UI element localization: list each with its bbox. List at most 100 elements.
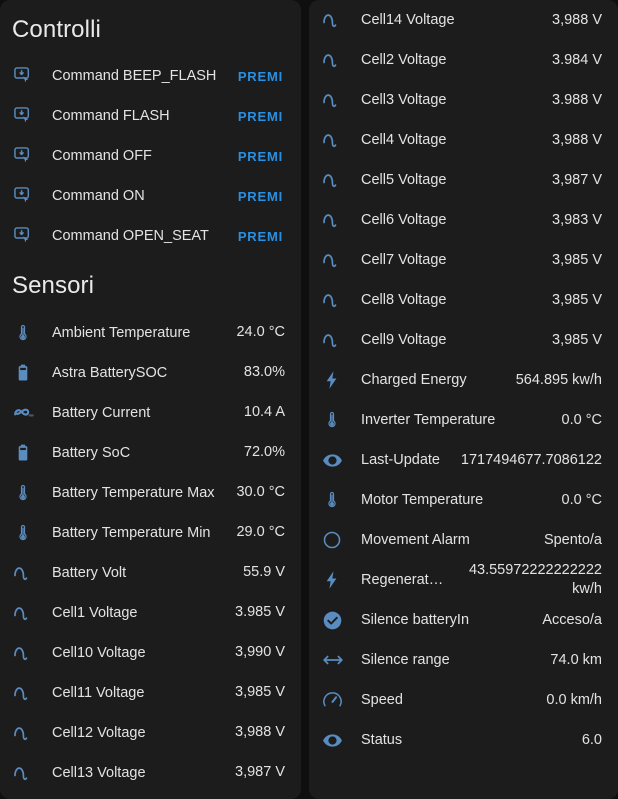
sensor-row[interactable]: Charged Energy 564.895 kw/h bbox=[309, 360, 618, 400]
battery-icon bbox=[12, 361, 52, 385]
sensor-row[interactable]: Battery SoC 72.0% bbox=[0, 433, 301, 473]
press-button[interactable]: PREMI bbox=[236, 145, 285, 168]
sensor-row[interactable]: Cell12 Voltage 3,988 V bbox=[0, 713, 301, 753]
sensor-label: Motor Temperature bbox=[361, 491, 484, 508]
sensor-value: 0.0 °C bbox=[561, 491, 602, 508]
sensor-value: 0.0 °C bbox=[561, 411, 602, 428]
gesture-tap-button-icon bbox=[12, 184, 52, 208]
sensor-row[interactable]: Regenerat… 43.55972222222222 kw/h bbox=[309, 560, 618, 600]
sensor-row[interactable]: Last-Update 1717494677.7086122 bbox=[309, 440, 618, 480]
sine-wave-icon bbox=[321, 168, 361, 192]
sensor-row[interactable]: Cell6 Voltage 3,983 V bbox=[309, 200, 618, 240]
speedometer-icon bbox=[321, 688, 361, 712]
sensor-row[interactable]: Silence batteryIn Acceso/a bbox=[309, 600, 618, 640]
sensor-value: 6.0 bbox=[581, 731, 602, 748]
sensor-value: 55.9 V bbox=[243, 564, 285, 581]
sensor-value: 1717494677.7086122 bbox=[460, 451, 602, 468]
sine-wave-icon bbox=[12, 681, 52, 705]
sensor-row[interactable]: Speed 0.0 km/h bbox=[309, 680, 618, 720]
press-button[interactable]: PREMI bbox=[236, 185, 285, 208]
sensor-row[interactable]: Battery Temperature Max 30.0 °C bbox=[0, 473, 301, 513]
flash-icon bbox=[321, 368, 361, 392]
press-button[interactable]: PREMI bbox=[236, 105, 285, 128]
sensor-row[interactable]: Cell4 Voltage 3,988 V bbox=[309, 120, 618, 160]
sensor-value: 3,987 V bbox=[235, 764, 285, 781]
sensor-value: 3,988 V bbox=[552, 11, 602, 28]
sensor-row[interactable]: Status 6.0 bbox=[309, 720, 618, 760]
press-button[interactable]: PREMI bbox=[236, 65, 285, 88]
left-sensors-list: Ambient Temperature 24.0 °C Astra BatteryS… bbox=[0, 313, 301, 793]
sensor-value: 0.0 km/h bbox=[546, 691, 602, 708]
sensor-row[interactable]: Cell9 Voltage 3,985 V bbox=[309, 320, 618, 360]
control-row[interactable]: Command ON PREMI bbox=[0, 176, 301, 216]
gesture-tap-button-icon bbox=[12, 224, 52, 248]
sensor-label: Battery Temperature Min bbox=[52, 524, 211, 541]
left-column-card: Controlli Command BEEP_FLASH PREMI Command… bbox=[0, 0, 301, 799]
sensor-value: 3,985 V bbox=[552, 331, 602, 348]
control-label: Command FLASH bbox=[52, 108, 170, 125]
sensor-row[interactable]: Cell11 Voltage 3,985 V bbox=[0, 673, 301, 713]
sensor-value: Acceso/a bbox=[542, 611, 602, 628]
thermometer-icon bbox=[321, 488, 361, 512]
sensor-label: Ambient Temperature bbox=[52, 324, 191, 341]
sensor-row[interactable]: Silence range 74.0 km bbox=[309, 640, 618, 680]
sensor-row[interactable]: Cell13 Voltage 3,987 V bbox=[0, 753, 301, 793]
sensor-row[interactable]: Cell5 Voltage 3,987 V bbox=[309, 160, 618, 200]
sensor-label: Charged Energy bbox=[361, 371, 467, 388]
sensor-label: Cell1 Voltage bbox=[52, 604, 138, 621]
sensor-row[interactable]: Cell10 Voltage 3,990 V bbox=[0, 633, 301, 673]
control-row[interactable]: Command OPEN_SEAT PREMI bbox=[0, 216, 301, 256]
sensor-value: 3,985 V bbox=[552, 251, 602, 268]
sensor-row[interactable]: Cell2 Voltage 3.984 V bbox=[309, 40, 618, 80]
sine-wave-icon bbox=[321, 208, 361, 232]
sine-wave-icon bbox=[321, 88, 361, 112]
sensor-value: 3,990 V bbox=[235, 644, 285, 661]
sensor-label: Movement Alarm bbox=[361, 531, 470, 548]
control-row[interactable]: Command BEEP_FLASH PREMI bbox=[0, 56, 301, 96]
sensor-row[interactable]: Cell14 Voltage 3,988 V bbox=[309, 0, 618, 40]
sensor-label: Silence batteryIn bbox=[361, 611, 470, 628]
controls-section-title: Controlli bbox=[12, 16, 101, 43]
control-label: Command BEEP_FLASH bbox=[52, 68, 217, 85]
sensor-row[interactable]: Motor Temperature 0.0 °C bbox=[309, 480, 618, 520]
sensor-value: 3.988 V bbox=[552, 91, 602, 108]
sine-wave-icon bbox=[321, 248, 361, 272]
sensor-label: Battery Current bbox=[52, 404, 151, 421]
sine-wave-icon bbox=[321, 288, 361, 312]
thermometer-icon bbox=[12, 521, 52, 545]
sine-wave-icon bbox=[321, 8, 361, 32]
sensor-row[interactable]: Astra BatterySOC 83.0% bbox=[0, 353, 301, 393]
sensor-row[interactable]: Cell8 Voltage 3,985 V bbox=[309, 280, 618, 320]
control-row[interactable]: Command FLASH PREMI bbox=[0, 96, 301, 136]
sensor-row[interactable]: Cell1 Voltage 3.985 V bbox=[0, 593, 301, 633]
sensor-value: 3,988 V bbox=[552, 131, 602, 148]
current-ac-icon bbox=[12, 401, 52, 425]
sensor-row[interactable]: Battery Temperature Min 29.0 °C bbox=[0, 513, 301, 553]
sensor-label: Inverter Temperature bbox=[361, 411, 496, 428]
sensor-label: Battery Temperature Max bbox=[52, 484, 215, 501]
eye-icon bbox=[321, 728, 361, 752]
sensor-value: 24.0 °C bbox=[236, 324, 285, 341]
sensor-row[interactable]: Ambient Temperature 24.0 °C bbox=[0, 313, 301, 353]
sensor-value: Spento/a bbox=[543, 531, 602, 548]
sensor-value: 564.895 kw/h bbox=[515, 371, 602, 388]
sine-wave-icon bbox=[12, 601, 52, 625]
sensor-row[interactable]: Inverter Temperature 0.0 °C bbox=[309, 400, 618, 440]
sensor-label: Cell10 Voltage bbox=[52, 644, 146, 661]
sensor-row[interactable]: Battery Current 10.4 A bbox=[0, 393, 301, 433]
arrow-left-right-icon bbox=[321, 648, 361, 672]
sensor-row[interactable]: Cell3 Voltage 3.988 V bbox=[309, 80, 618, 120]
sensor-label: Last-Update bbox=[361, 451, 440, 468]
controls-list: Command BEEP_FLASH PREMI Command FLASH PREM… bbox=[0, 56, 301, 256]
control-row[interactable]: Command OFF PREMI bbox=[0, 136, 301, 176]
sensor-value: 3.984 V bbox=[552, 51, 602, 68]
sensor-row[interactable]: Movement Alarm Spento/a bbox=[309, 520, 618, 560]
right-column-card: Cell14 Voltage 3,988 V Cell2 Voltage 3.984 … bbox=[309, 0, 618, 799]
press-button[interactable]: PREMI bbox=[236, 225, 285, 248]
sine-wave-icon bbox=[12, 761, 52, 785]
sensor-value: 3,983 V bbox=[552, 211, 602, 228]
battery-icon bbox=[12, 441, 52, 465]
sensor-label: Cell2 Voltage bbox=[361, 51, 447, 68]
sensor-row[interactable]: Cell7 Voltage 3,985 V bbox=[309, 240, 618, 280]
sensor-row[interactable]: Battery Volt 55.9 V bbox=[0, 553, 301, 593]
